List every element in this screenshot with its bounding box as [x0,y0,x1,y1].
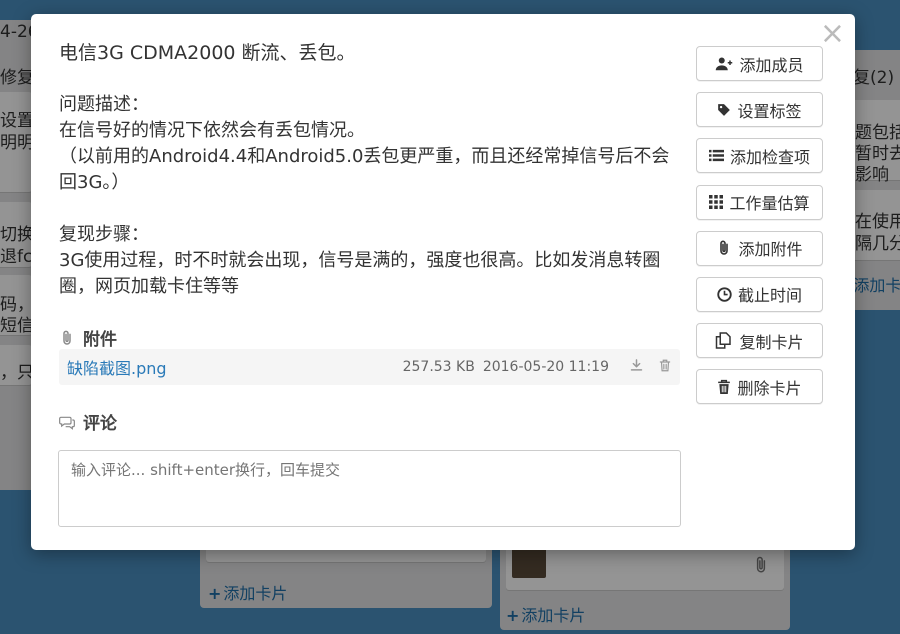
add-checklist-button[interactable]: 添加检查项 [696,138,823,174]
download-icon[interactable] [629,358,644,377]
copy-icon [716,332,732,349]
add-member-button[interactable]: 添加成员 [696,46,823,81]
add-attachment-button[interactable]: 添加附件 [696,230,823,266]
comments-heading-label: 评论 [83,414,117,434]
close-icon[interactable]: × [820,18,845,50]
comment-icon [59,414,75,430]
attachment-date: 2016-05-20 11:19 [482,359,609,375]
card-title[interactable]: 电信3G CDMA2000 断流、丢包。 [59,40,681,66]
trash-icon [718,379,731,394]
attachments-heading: 附件 [59,325,117,350]
card-description[interactable]: 问题描述： 在信号好的情况下依然会有丢包情况。 （以前用的Android4.4和… [59,92,681,300]
attachment-link[interactable]: 缺陷截图.png [67,355,167,379]
card-detail-modal: × 电信3G CDMA2000 断流、丢包。 问题描述： 在信号好的情况下依然会… [31,14,855,550]
add-user-icon [716,57,733,71]
paperclip-icon [59,330,75,346]
trash-icon[interactable] [658,358,672,377]
card-actions-sidebar: 添加成员 设置标签 添加检查项 工作量估算 添加附件 截止时间 复制卡片 删除卡… [696,46,823,416]
comment-input[interactable] [58,450,681,527]
comments-heading: 评论 [59,409,117,434]
attachment-size: 257.53 KB [402,359,475,375]
grid-icon [709,195,724,210]
paperclip-icon [720,240,729,255]
attachment-actions [629,358,672,377]
attachment-row: 缺陷截图.png 257.53 KB 2016-05-20 11:19 [59,349,680,385]
list-icon [708,150,724,162]
copy-card-button[interactable]: 复制卡片 [696,323,823,359]
set-label-button[interactable]: 设置标签 [696,92,823,128]
tag-icon [718,103,731,116]
clock-icon [717,287,732,302]
card-content: 电信3G CDMA2000 断流、丢包。 问题描述： 在信号好的情况下依然会有丢… [59,40,681,300]
attachments-heading-label: 附件 [83,330,117,350]
delete-card-button[interactable]: 删除卡片 [696,369,823,405]
due-date-button[interactable]: 截止时间 [696,276,823,312]
estimate-button[interactable]: 工作量估算 [696,184,823,220]
